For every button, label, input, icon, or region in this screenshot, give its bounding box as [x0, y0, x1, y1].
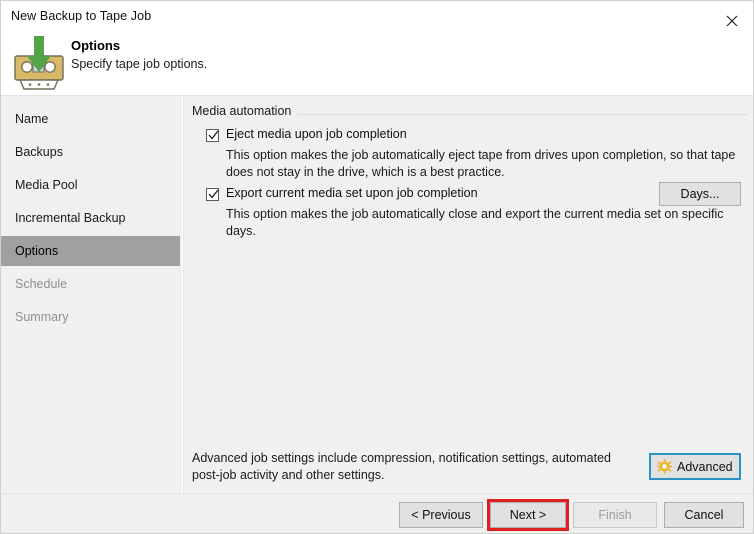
sidebar-item-options[interactable]: Options — [1, 236, 180, 266]
options-panel: Media automation Eject media upon job co… — [184, 96, 753, 494]
wizard-steps-sidebar: Name Backups Media Pool Incremental Back… — [1, 96, 182, 494]
sidebar-item-name[interactable]: Name — [1, 104, 180, 134]
cancel-button[interactable]: Cancel — [664, 502, 744, 528]
window-title: New Backup to Tape Job — [11, 9, 152, 23]
finish-button: Finish — [573, 502, 657, 528]
sidebar-item-summary: Summary — [15, 310, 69, 324]
sidebar-item-incremental-backup[interactable]: Incremental Backup — [1, 203, 180, 233]
page-subtitle: Specify tape job options. — [71, 57, 208, 71]
title-bar: New Backup to Tape Job — [1, 1, 753, 32]
days-button[interactable]: Days... — [659, 182, 741, 206]
page-title: Options — [71, 38, 121, 53]
gear-icon — [657, 459, 672, 474]
sidebar-item-backups[interactable]: Backups — [1, 137, 180, 167]
previous-button[interactable]: < Previous — [399, 502, 483, 528]
export-media-set-description: This option makes the job automatically … — [226, 207, 724, 238]
sidebar-item-media-pool[interactable]: Media Pool — [1, 170, 180, 200]
export-media-set-checkbox-label[interactable]: Export current media set upon job comple… — [226, 186, 478, 200]
dialog-window: New Backup to Tape Job Options Specify t… — [0, 0, 754, 534]
eject-media-checkbox[interactable] — [206, 129, 219, 142]
dialog-footer: < Previous Next > Finish Cancel — [1, 494, 753, 533]
advanced-button[interactable]: Advanced — [649, 453, 741, 480]
advanced-settings-description: Advanced job settings include compressio… — [192, 451, 611, 482]
advanced-button-label: Advanced — [677, 460, 733, 474]
close-icon[interactable] — [709, 1, 753, 31]
next-button[interactable]: Next > — [490, 502, 566, 528]
sidebar-item-schedule: Schedule — [15, 277, 68, 291]
dialog-header: Options Specify tape job options. — [1, 32, 753, 96]
eject-media-description: This option makes the job automatically … — [226, 148, 736, 179]
eject-media-checkbox-label[interactable]: Eject media upon job completion — [226, 127, 407, 141]
media-automation-group-label: Media automation — [192, 104, 298, 118]
tape-cassette-download-icon — [10, 34, 68, 92]
export-media-set-checkbox[interactable] — [206, 188, 219, 201]
